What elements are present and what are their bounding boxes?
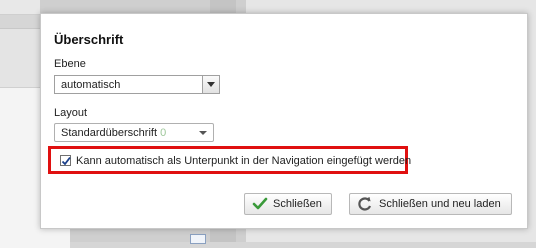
chevron-down-icon[interactable] — [202, 76, 219, 93]
layout-select[interactable]: Standardüberschrift 0 — [54, 123, 214, 142]
layout-label: Layout — [54, 107, 88, 119]
level-label: Ebene — [54, 58, 86, 70]
level-select[interactable]: automatisch — [54, 75, 220, 94]
close-and-reload-button-label: Schließen und neu laden — [379, 198, 501, 210]
layout-select-value: Standardüberschrift — [61, 127, 157, 139]
checkmark-icon — [252, 197, 268, 214]
checkmark-icon — [61, 156, 71, 166]
subnav-checkbox-label[interactable]: Kann automatisch als Unterpunkt in der N… — [76, 155, 411, 167]
subnav-option-highlight: Kann automatisch als Unterpunkt in der N… — [48, 146, 411, 174]
level-select-value: automatisch — [61, 79, 121, 91]
close-button[interactable]: Schließen — [244, 193, 332, 215]
layout-hint: 0 — [160, 127, 167, 139]
dialog-title: Überschrift — [54, 32, 124, 47]
refresh-icon — [357, 197, 373, 215]
subnav-checkbox[interactable] — [60, 155, 71, 166]
close-and-reload-button[interactable]: Schließen und neu laden — [349, 193, 512, 215]
chevron-down-icon — [199, 131, 207, 135]
heading-dialog: Überschrift Ebene automatisch Layout Sta… — [40, 13, 528, 229]
close-button-label: Schließen — [273, 198, 322, 210]
background-edit-icon — [190, 234, 206, 244]
